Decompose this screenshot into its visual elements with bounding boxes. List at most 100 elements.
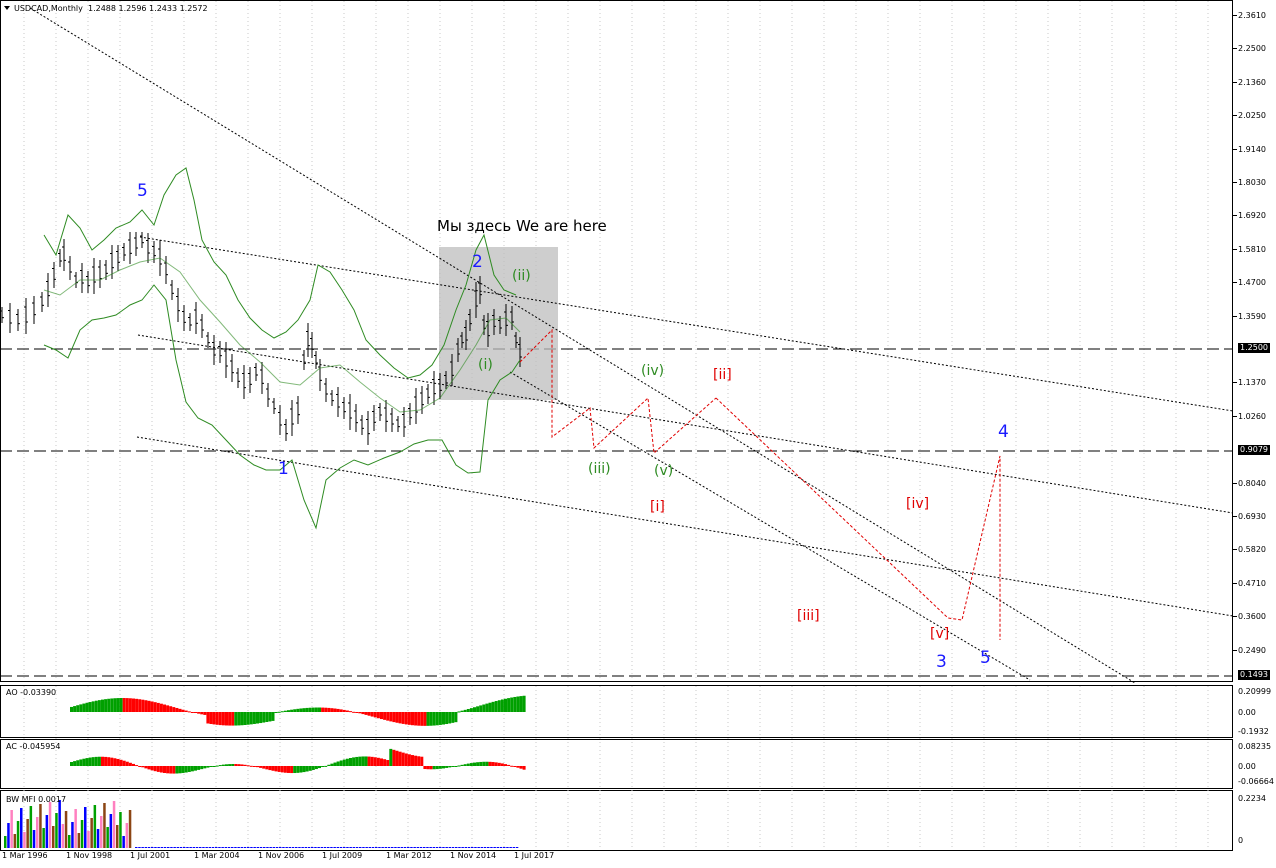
bw-mfi-bar xyxy=(55,813,58,848)
bw-mfi-bar xyxy=(295,847,298,848)
bw-mfi-bar xyxy=(253,847,256,848)
bw-mfi-bar xyxy=(451,847,455,848)
ac-histogram-bar xyxy=(203,766,207,769)
ac-histogram-bar xyxy=(163,766,166,773)
ac-histogram-bar xyxy=(358,756,362,766)
ao-histogram-bar xyxy=(380,712,383,720)
bw-mfi-bar xyxy=(445,847,448,848)
ao-histogram-bar xyxy=(169,706,173,712)
bw-mfi-bar xyxy=(272,847,276,848)
ao-histogram-bar xyxy=(181,709,185,712)
bw-mfi-bar xyxy=(275,847,279,848)
ao-histogram-bar xyxy=(376,712,380,719)
bw-mfi-bar xyxy=(234,847,237,848)
time-axis-label: 1 Nov 1998 xyxy=(66,851,113,860)
chart-menu-icon[interactable] xyxy=(4,6,10,10)
ao-histogram-bar xyxy=(94,700,98,712)
bw-mfi-bar xyxy=(4,836,7,848)
ao-histogram-bar xyxy=(426,712,430,726)
ac-histogram-bar xyxy=(79,759,83,766)
ao-tick: 0.00 xyxy=(1238,708,1256,717)
bw-mfi-bar xyxy=(381,847,384,848)
bw-mfi-bar xyxy=(61,824,65,848)
ao-histogram-bar xyxy=(411,712,414,726)
ao-histogram-bar xyxy=(187,711,191,713)
bw-mfi-bar xyxy=(45,815,49,848)
ac-histogram-bar xyxy=(268,766,272,771)
ac-histogram-bar xyxy=(395,750,399,766)
bw-mfi-bar xyxy=(509,847,512,848)
bw-mfi-bar xyxy=(199,847,202,848)
ac-histogram-bar xyxy=(352,757,356,766)
bw-mfi-bar xyxy=(160,847,164,848)
wave-label: 5 xyxy=(137,181,148,201)
ao-histogram-bar xyxy=(159,703,163,712)
bw-mfi-bar xyxy=(298,847,301,848)
wave-label: 1 xyxy=(278,459,289,479)
bw-mfi-bar xyxy=(400,847,404,848)
highlight-box xyxy=(439,247,558,400)
ao-histogram-bar xyxy=(417,712,421,726)
ao-histogram-bar xyxy=(119,698,123,712)
bw-mfi-bar xyxy=(455,847,458,848)
bw-mfi-bar xyxy=(330,847,333,848)
ao-histogram-bar xyxy=(70,706,73,712)
bw-mfi-bar xyxy=(320,847,324,848)
ac-histogram-bar xyxy=(190,766,194,772)
bw-mfi-bar xyxy=(68,835,71,848)
ao-histogram-bar xyxy=(429,712,433,726)
bw-mfi-bar xyxy=(170,847,173,848)
bw-mfi-bar xyxy=(429,847,432,848)
ao-histogram-bar xyxy=(364,712,368,715)
ao-histogram-bar xyxy=(333,708,337,712)
bw-mfi-bar xyxy=(410,847,413,848)
ao-histogram-bar xyxy=(85,702,89,712)
ao-histogram-bar xyxy=(314,707,318,712)
ao-histogram-bar xyxy=(395,712,399,723)
bw-mfi-bar xyxy=(218,847,221,848)
ac-histogram-bar xyxy=(342,759,346,766)
ac-histogram-bar xyxy=(181,766,185,773)
wave-label: (iv) xyxy=(641,363,665,379)
ao-histogram-bar xyxy=(302,708,306,712)
ao-histogram-bar xyxy=(432,712,436,726)
ac-histogram-bar xyxy=(277,766,281,772)
price-tick-mark xyxy=(1233,649,1237,651)
bw-mfi-bar xyxy=(163,847,167,848)
ao-histogram-bar xyxy=(166,705,170,712)
bw-mfi-bar xyxy=(48,802,52,848)
ao-histogram-bar xyxy=(404,712,408,725)
bw-mfi-bar xyxy=(100,816,103,848)
ac-histogram-bar xyxy=(510,765,514,767)
price-tick-mark xyxy=(1233,115,1237,117)
ac-histogram-bar xyxy=(101,756,104,766)
bw-mfi-bar xyxy=(416,847,420,848)
price-tick-mark xyxy=(1233,215,1237,217)
ac-histogram-bar xyxy=(197,766,201,770)
bw-mfi-bar xyxy=(243,847,247,848)
ao-histogram-bar xyxy=(327,707,331,712)
ac-histogram-bar xyxy=(327,764,331,766)
price-tick-label: 0.5820 xyxy=(1238,545,1266,555)
wave-label: [i] xyxy=(650,499,665,515)
ao-histogram-bar xyxy=(500,699,504,712)
ac-histogram-bar xyxy=(308,766,312,771)
ao-histogram-bar xyxy=(513,696,517,712)
ac-histogram-bar xyxy=(97,756,101,766)
bw-mfi-bar xyxy=(205,847,208,848)
bw-mfi-bar xyxy=(147,847,151,848)
bw-mfi-bar xyxy=(211,847,215,848)
ac-histogram-bar xyxy=(116,758,120,766)
bw-mfi-bar xyxy=(96,829,100,848)
bw-mfi-bar xyxy=(10,810,13,848)
ac-histogram-bar xyxy=(135,765,139,767)
bw-mfi-bar xyxy=(474,847,477,848)
ac-histogram-bar xyxy=(94,756,98,766)
symbol-caption: USDCAD,Monthly xyxy=(14,4,83,13)
ac-histogram-bar xyxy=(411,755,414,766)
ac-histogram-bar xyxy=(290,766,294,774)
ao-histogram-bar xyxy=(228,712,232,726)
ao-histogram-bar xyxy=(280,711,284,713)
bw-mfi-bar xyxy=(32,830,36,848)
ac-histogram-bar xyxy=(494,762,498,766)
